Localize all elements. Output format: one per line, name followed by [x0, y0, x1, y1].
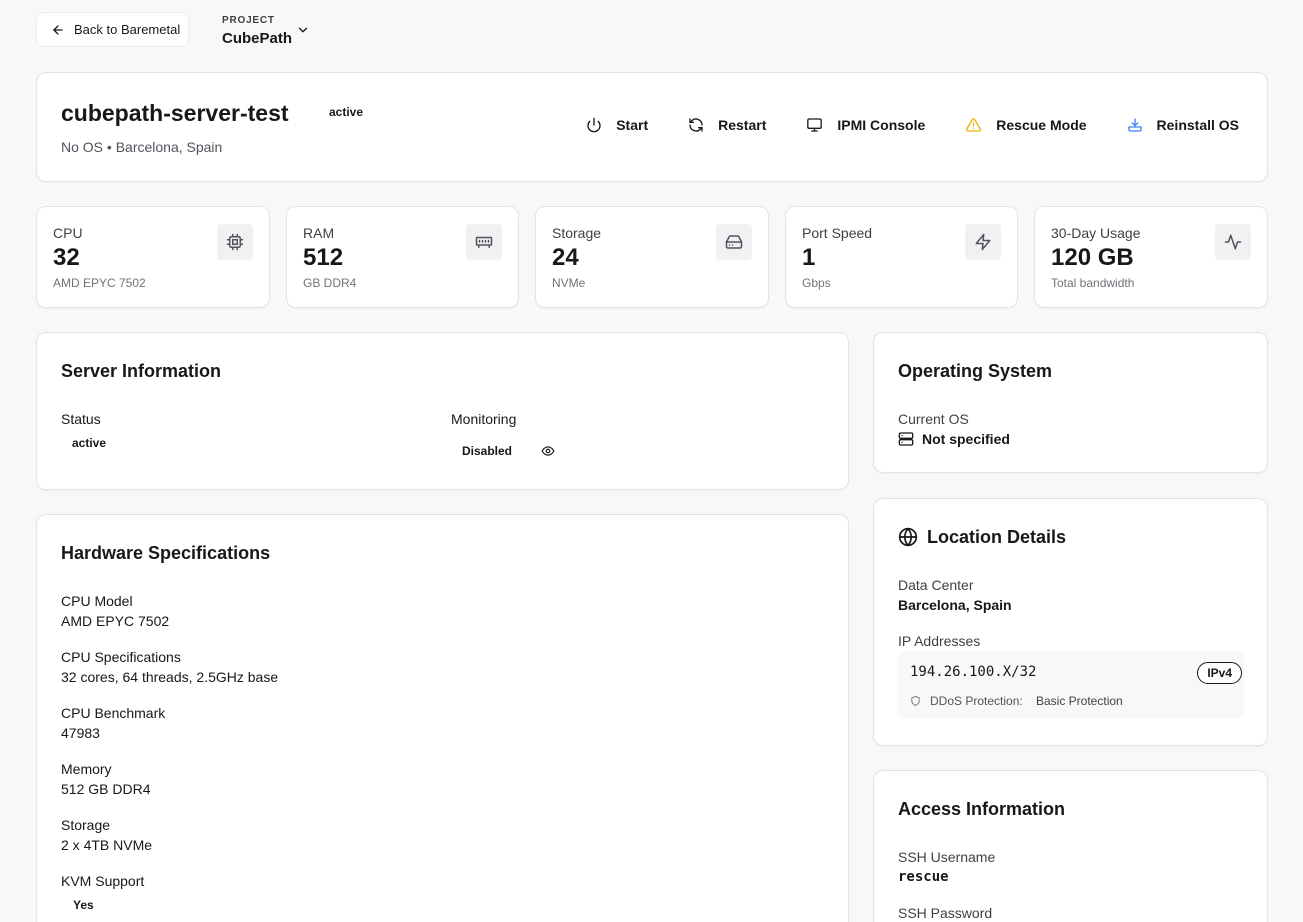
access-card: Access Information SSH Username rescue S…: [873, 770, 1268, 922]
ssh-password-label: SSH Password: [898, 905, 993, 921]
hw-field-label: Memory: [61, 761, 112, 777]
power-icon: [586, 117, 602, 133]
hw-field-value: 2 x 4TB NVMe: [61, 837, 153, 853]
memory-icon: [466, 224, 502, 260]
datacenter-value: Barcelona, Spain: [898, 597, 1012, 613]
eye-icon[interactable]: [540, 444, 556, 458]
stat-value: 24: [552, 244, 579, 271]
section-title: Access Information: [898, 799, 1066, 819]
lightning-icon: [965, 224, 1001, 260]
download-icon: [1127, 117, 1143, 133]
stat-card-storage: Storage 24 NVMe: [535, 206, 769, 308]
hw-field-label: Storage: [61, 817, 111, 833]
ip-type-badge: IPv4: [1197, 662, 1242, 684]
section-title: Location Details: [927, 527, 1067, 547]
datacenter-label: Data Center: [898, 577, 974, 593]
stat-label: RAM: [303, 225, 335, 241]
os-card: Operating System Current OS Not specifie…: [873, 332, 1268, 473]
ssh-username-label: SSH Username: [898, 849, 996, 865]
stat-value: 1: [802, 244, 816, 271]
kvm-badge: Yes: [73, 898, 94, 912]
hardware-card: Hardware Specifications CPU Model AMD EP…: [36, 514, 849, 922]
stat-label: 30-Day Usage: [1051, 225, 1141, 241]
stat-card-port-speed: Port Speed 1 Gbps: [785, 206, 1018, 308]
hw-field-value: AMD EPYC 7502: [61, 613, 170, 629]
ddos-label: DDoS Protection:: [930, 694, 1023, 708]
stat-card-cpu: CPU 32 AMD EPYC 7502: [36, 206, 270, 308]
server-subtitle: No OS • Barcelona, Spain: [61, 139, 223, 155]
stat-sub: NVMe: [552, 276, 586, 290]
ipmi-console-button[interactable]: IPMI Console: [806, 117, 925, 133]
status-badge: active: [329, 105, 364, 119]
hw-field-label: CPU Benchmark: [61, 705, 166, 721]
server-icon: [898, 431, 914, 447]
action-bar: Start Restart IPMI Console Rescue Mode R…: [546, 117, 1239, 133]
monitoring-badge: Disabled: [462, 444, 513, 458]
stat-value: 512: [303, 244, 344, 271]
status-badge: active: [72, 436, 107, 450]
activity-icon: [1215, 224, 1251, 260]
restart-button-label: Restart: [718, 117, 767, 133]
warning-icon: [965, 117, 982, 133]
ip-address-row: 194.26.100.X/32 IPv4 DDoS Protection: Ba…: [898, 651, 1244, 719]
stat-card-ram: RAM 512 GB DDR4: [286, 206, 519, 308]
refresh-icon: [688, 117, 704, 133]
server-header-card: cubepath-server-test active No OS • Barc…: [36, 72, 1268, 182]
hw-field-label: CPU Specifications: [61, 649, 181, 665]
cpu-icon: [217, 224, 253, 260]
ddos-value: Basic Protection: [1036, 694, 1123, 708]
section-title: Hardware Specifications: [61, 543, 271, 563]
hw-field-value: 47983: [61, 725, 100, 741]
stat-label: CPU: [53, 225, 83, 241]
monitor-icon: [806, 117, 823, 133]
project-selector[interactable]: CubePath: [222, 30, 292, 47]
current-os-label: Current OS: [898, 411, 969, 427]
rescue-mode-button[interactable]: Rescue Mode: [965, 117, 1087, 133]
back-button[interactable]: Back to Baremetal: [36, 12, 189, 47]
back-button-label: Back to Baremetal: [74, 22, 181, 37]
hw-field-label: KVM Support: [61, 873, 145, 889]
ipmi-console-button-label: IPMI Console: [837, 117, 926, 133]
ip-address-value[interactable]: 194.26.100.X/32: [910, 664, 1036, 680]
stat-sub: Total bandwidth: [1051, 276, 1135, 290]
server-info-card: Server Information Status active Monitor…: [36, 332, 849, 490]
hw-field-label: CPU Model: [61, 593, 133, 609]
location-card: Location Details Data Center Barcelona, …: [873, 498, 1268, 746]
arrow-left-icon: [51, 23, 65, 37]
chevron-down-icon[interactable]: [296, 23, 310, 37]
project-label: PROJECT: [222, 15, 275, 26]
hw-field-value: 512 GB DDR4: [61, 781, 151, 797]
stat-value: 32: [53, 244, 80, 271]
hw-field-value: 32 cores, 64 threads, 2.5GHz base: [61, 669, 279, 685]
start-button-label: Start: [616, 117, 649, 133]
stat-label: Port Speed: [802, 225, 873, 241]
rescue-mode-button-label: Rescue Mode: [996, 117, 1087, 133]
stat-sub: Gbps: [802, 276, 831, 290]
ip-addresses-label: IP Addresses: [898, 633, 981, 649]
shield-icon: [910, 695, 921, 707]
section-title: Operating System: [898, 361, 1053, 381]
ssh-username-value[interactable]: rescue: [898, 869, 949, 885]
hard-drive-icon: [716, 224, 752, 260]
reinstall-os-button[interactable]: Reinstall OS: [1127, 117, 1239, 133]
status-label: Status: [61, 411, 101, 427]
restart-button[interactable]: Restart: [688, 117, 766, 133]
stat-sub: AMD EPYC 7502: [53, 276, 146, 290]
stat-value: 120 GB: [1051, 244, 1134, 271]
reinstall-os-button-label: Reinstall OS: [1156, 117, 1239, 133]
stat-label: Storage: [552, 225, 602, 241]
current-os-value: Not specified: [922, 431, 1010, 447]
globe-icon: [898, 527, 918, 547]
section-title: Server Information: [61, 361, 222, 381]
server-name: cubepath-server-test: [61, 100, 289, 126]
stat-card-usage: 30-Day Usage 120 GB Total bandwidth: [1034, 206, 1268, 308]
stat-sub: GB DDR4: [303, 276, 357, 290]
start-button[interactable]: Start: [586, 117, 648, 133]
monitoring-label: Monitoring: [451, 411, 517, 427]
